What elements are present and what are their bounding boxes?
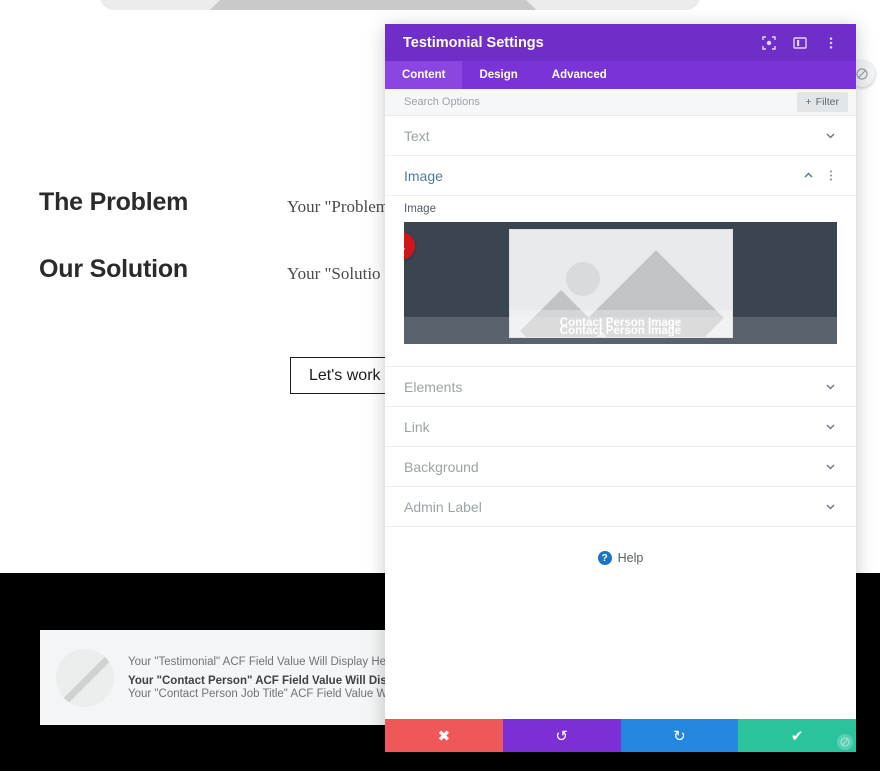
hero-mountain-shape [314,0,556,10]
accordion-text-label: Text [404,127,430,144]
search-input[interactable] [404,96,797,108]
focus-target-icon[interactable] [758,32,780,54]
hero-image-placeholder [100,0,700,10]
section-body-problem: Your "Problem [287,197,390,216]
help-label: Help [617,551,644,565]
upload-caption: Contact Person Image [404,317,837,344]
screen: The Problem Your "Problem Our Solution Y… [0,0,880,771]
chevron-down-icon [824,129,837,142]
accordion-admin-label[interactable]: Admin Label [385,487,856,527]
accordion-link-label: Link [404,418,430,435]
image-field-label: Image [404,203,436,215]
testimonial-settings-modal: Testimonial Settings Content Design Adva… [385,24,856,752]
accordion-background-label: Background [404,458,479,475]
tab-content[interactable]: Content [385,61,463,89]
help-question-icon: ? [597,551,612,565]
redo-button[interactable]: ↻ [620,719,739,752]
accordion-admin-label-label: Admin Label [404,498,482,515]
chevron-down-icon [824,380,837,393]
accordion-image-more-icon[interactable] [825,169,837,182]
settings-panel-body: Text Image Image Contact Person Image Co… [385,116,856,719]
more-vertical-icon[interactable] [820,32,842,54]
modal-header: Testimonial Settings [385,24,856,61]
resize-handle-icon[interactable] [837,734,853,750]
testimonial-card: Your "Testimonial" ACF Field Value Will … [40,630,430,725]
avatar-placeholder-icon [56,648,114,707]
accordion-background[interactable]: Background [385,447,856,487]
section-title-solution: Our Solution [39,255,188,283]
help-link[interactable]: ? Help [385,527,856,589]
chevron-up-icon [802,169,815,182]
chevron-down-icon [824,500,837,513]
accordion-image-label: Image [404,167,443,184]
layout-panel-icon[interactable] [789,32,811,54]
filter-button[interactable]: + Filter [796,92,848,112]
modal-footer: ✖ ↺ ↻ ✔ [385,719,856,752]
search-bar: + Filter [385,89,856,116]
filter-button-label: Filter [815,96,839,108]
accordion-text[interactable]: Text [385,116,856,156]
cancel-button[interactable]: ✖ [385,719,503,752]
image-upload-area[interactable]: 4 Contact Person Image Contact Person Im… [404,222,837,344]
step-badge: 4 [404,232,415,260]
chevron-down-icon [824,460,837,473]
image-field: Image 4 Contact Person Image Contact Per… [385,196,856,367]
modal-title: Testimonial Settings [403,34,544,51]
accordion-elements[interactable]: Elements [385,367,856,407]
section-title-problem: The Problem [39,188,189,216]
accordion-link[interactable]: Link [385,407,856,447]
accordion-elements-label: Elements [404,378,463,395]
modal-header-actions [758,32,842,54]
sun-shape [565,261,600,296]
chevron-down-icon [824,420,837,433]
tab-advanced[interactable]: Advanced [535,61,624,89]
tab-design[interactable]: Design [462,61,534,89]
section-body-solution: Your "Solutio [287,264,381,283]
plus-icon: + [805,96,812,108]
undo-button[interactable]: ↺ [502,719,621,752]
modal-tabs: Content Design Advanced [385,61,856,89]
accordion-image[interactable]: Image [385,156,856,196]
